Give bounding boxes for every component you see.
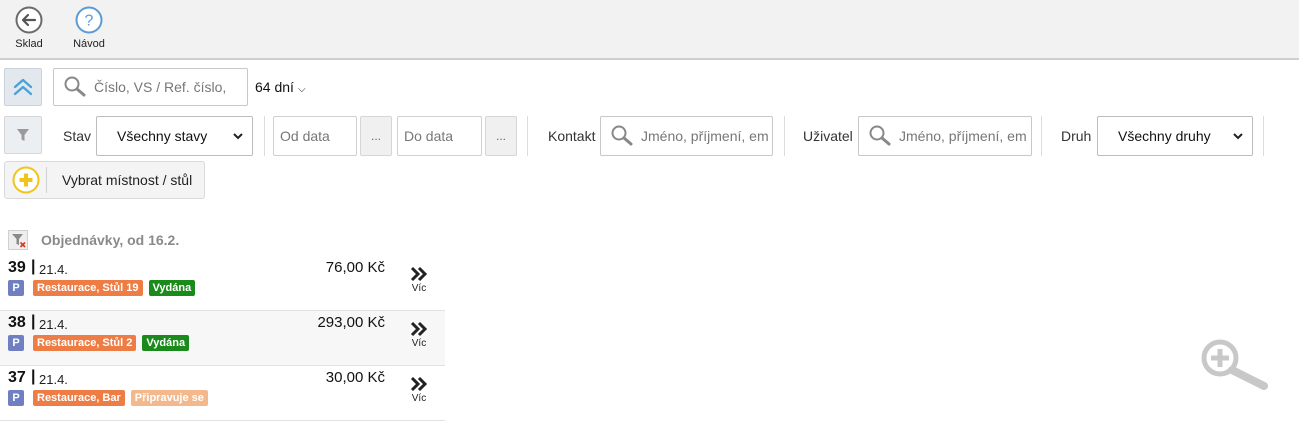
divider (784, 116, 785, 156)
order-tags: P Restaurace, Stůl 19 Vydána (8, 280, 201, 296)
location-badge: Restaurace, Stůl 2 (33, 335, 137, 351)
user-search-box[interactable] (858, 116, 1032, 156)
order-search-box[interactable] (53, 68, 248, 106)
date-from-picker-button[interactable]: ... (360, 116, 392, 156)
search-icon (869, 125, 891, 146)
status-select[interactable]: Všechny stavy (96, 116, 253, 156)
date-to-input[interactable]: Do data (397, 116, 482, 156)
status-badge: Připravuje se (130, 390, 208, 406)
chevron-down-icon (233, 133, 243, 140)
order-type-badge: P (8, 335, 24, 351)
orders-title: Objednávky, od 16.2. (41, 232, 180, 248)
type-select-value: Všechny druhy (1118, 128, 1211, 144)
help-button[interactable]: ? Návod (64, 6, 114, 50)
filter-toggle-button[interactable] (4, 116, 42, 154)
order-type-badge: P (8, 390, 24, 406)
location-badge: Restaurace, Bar (33, 390, 125, 406)
order-row[interactable]: 37 | 21.4. 30,00 Kč P Restaurace, Bar Př… (0, 366, 445, 421)
funnel-icon (17, 129, 29, 141)
date-from-placeholder: Od data (280, 128, 330, 144)
order-row[interactable]: 38 | 21.4. 293,00 Kč P Restaurace, Stůl … (0, 311, 445, 366)
double-chevron-right-icon (410, 266, 428, 282)
order-number: 37 (8, 369, 26, 386)
search-icon (611, 125, 633, 146)
back-button[interactable]: Sklad (4, 6, 54, 50)
top-toolbar: Sklad ? Návod (0, 0, 1299, 60)
order-amount: 293,00 Kč (317, 314, 385, 331)
user-search-input[interactable] (893, 128, 1031, 144)
divider (1041, 116, 1042, 156)
order-tags: P Restaurace, Bar Připravuje se (8, 390, 214, 406)
contact-search-box[interactable] (600, 116, 773, 156)
order-row[interactable]: 39 | 21.4. 76,00 Kč P Restaurace, Stůl 1… (0, 256, 445, 311)
search-icon (64, 76, 86, 97)
status-badge: Vydána (148, 280, 196, 296)
double-chevron-up-icon (13, 78, 33, 96)
contact-label: Kontakt (548, 128, 596, 144)
order-type-badge: P (8, 280, 24, 296)
status-badge: Vydána (142, 335, 190, 351)
order-separator: | (31, 368, 36, 385)
divider (1263, 116, 1264, 156)
back-arrow-icon (15, 6, 43, 34)
order-amount: 30,00 Kč (325, 369, 385, 386)
date-from-input[interactable]: Od data (273, 116, 357, 156)
period-dropdown[interactable]: 64 dní ⌵ (255, 79, 306, 95)
status-label: Stav (63, 128, 92, 144)
plus-icon (12, 166, 40, 194)
more-button[interactable]: Víc (405, 376, 433, 404)
help-icon: ? (75, 6, 103, 34)
more-button[interactable]: Víc (405, 266, 433, 294)
select-room-button[interactable]: Vybrat místnost / stůl (4, 161, 205, 199)
divider (264, 116, 265, 156)
orders-header: Objednávky, od 16.2. (8, 230, 179, 250)
double-chevron-right-icon (410, 321, 428, 337)
dots-label: ... (370, 129, 381, 143)
period-label: 64 dní (255, 79, 294, 95)
dots-label: ... (495, 129, 506, 143)
help-label: Návod (73, 38, 105, 50)
location-badge: Restaurace, Stůl 19 (33, 280, 143, 296)
date-to-placeholder: Do data (404, 128, 454, 144)
more-label: Víc (411, 393, 427, 404)
select-room-label: Vybrat místnost / stůl (62, 172, 193, 188)
order-amount: 76,00 Kč (325, 259, 385, 276)
chevron-down-icon (1233, 133, 1243, 140)
status-select-value: Všechny stavy (117, 128, 208, 144)
order-tags: P Restaurace, Stůl 2 Vydána (8, 335, 195, 351)
divider (46, 167, 47, 193)
user-label: Uživatel (803, 128, 853, 144)
order-number: 39 (8, 259, 26, 276)
order-date: 21.4. (39, 317, 68, 332)
svg-text:?: ? (85, 13, 94, 30)
back-label: Sklad (15, 38, 43, 50)
order-number: 38 (8, 314, 26, 331)
order-search-input[interactable] (88, 79, 247, 95)
chevron-down-icon: ⌵ (297, 84, 306, 95)
order-separator: | (31, 258, 36, 275)
type-select[interactable]: Všechny druhy (1097, 116, 1253, 156)
contact-search-input[interactable] (635, 128, 772, 144)
more-button[interactable]: Víc (405, 321, 433, 349)
divider (527, 116, 528, 156)
clear-filter-icon[interactable] (8, 230, 28, 250)
collapse-filters-button[interactable] (4, 68, 42, 106)
zoom-in-icon[interactable] (1198, 336, 1272, 392)
order-date: 21.4. (39, 372, 68, 387)
date-to-picker-button[interactable]: ... (485, 116, 517, 156)
type-label: Druh (1061, 128, 1092, 144)
order-date: 21.4. (39, 262, 68, 277)
more-label: Víc (411, 338, 427, 349)
more-label: Víc (411, 283, 427, 294)
order-separator: | (31, 313, 36, 330)
double-chevron-right-icon (410, 376, 428, 392)
